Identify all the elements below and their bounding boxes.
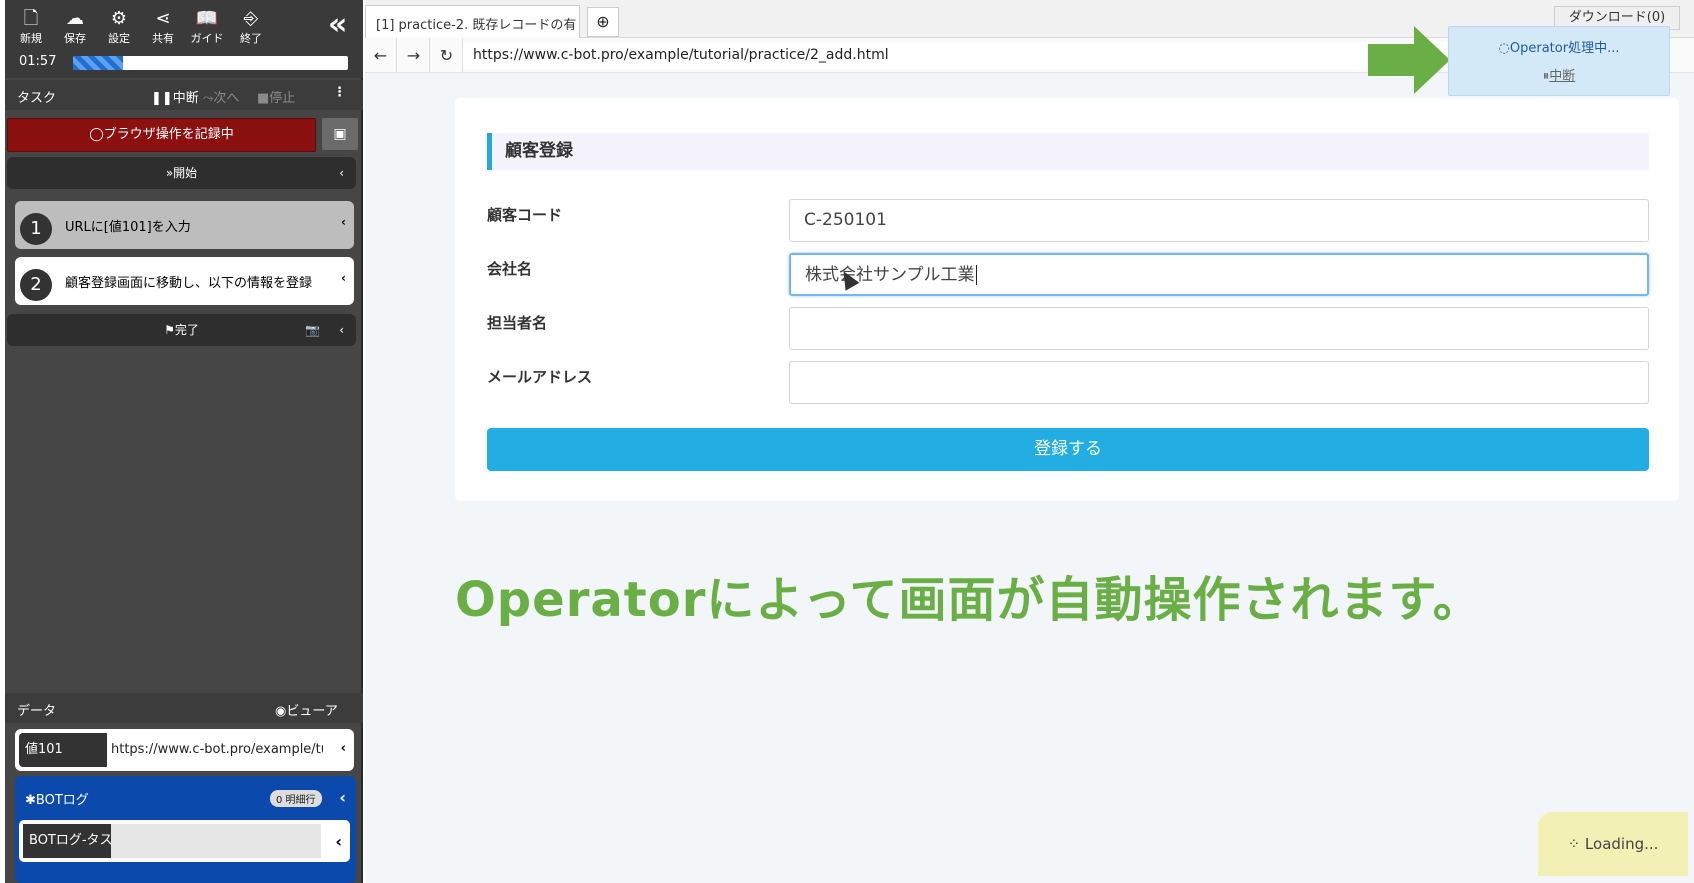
register-button[interactable]: 登録する: [487, 428, 1649, 471]
loading-indicator: ⁘ Loading...: [1538, 812, 1688, 876]
flow-start-bar[interactable]: »開始 ‹: [7, 157, 356, 189]
email-label: メールアドレス: [487, 368, 593, 386]
botlog-task-value: [111, 824, 321, 858]
pause-icon: ❚❚: [151, 91, 173, 106]
task-header: タスク ❚❚中断 ⤳次へ ■停止 ⋮: [5, 80, 363, 110]
stop-icon: ■: [257, 91, 270, 106]
company-name-input[interactable]: 株式会社サンプル工業: [789, 253, 1649, 296]
cbot-sidebar: 🗋 新規 ☁ 保存 ⚙ 設定 ⋖ 共有 📖 ガイド ⎆ 終了 « 01:57 タスク ❚❚中…: [5, 0, 363, 883]
record-circle-icon: ◯: [89, 127, 104, 142]
chevron-left-icon[interactable]: ‹: [339, 314, 344, 346]
share-button[interactable]: ⋖ 共有: [143, 8, 183, 48]
back-arrow-icon[interactable]: ←: [365, 38, 397, 73]
step-2[interactable]: 2 顧客登録画面に移動し、以下の情報を登録 ‹: [15, 257, 354, 305]
elapsed-time: 01:57: [19, 54, 57, 69]
operator-status: ◌Operator処理中...: [1498, 41, 1620, 56]
forward-arrow-icon[interactable]: →: [398, 38, 430, 73]
flag-icon: ⚑: [164, 323, 175, 337]
text-caret: [975, 265, 977, 285]
progress-fill: [73, 56, 123, 70]
step-number: 2: [20, 269, 52, 301]
data-header: データ ◉ビューア: [5, 693, 363, 723]
overlay-caption: Operatorによって画面が自動操作されます。: [455, 572, 1482, 628]
variable-value: https://www.c-bot.pro/example/tutorial/p…: [111, 742, 323, 757]
company-name-label: 会社名: [487, 260, 533, 278]
guide-button[interactable]: 📖 ガイド: [187, 8, 227, 48]
top-toolbar: 🗋 新規 ☁ 保存 ⚙ 設定 ⋖ 共有 📖 ガイド ⎆ 終了 « 01:57: [5, 0, 363, 78]
variable-row[interactable]: 値101 https://www.c-bot.pro/example/tutor…: [15, 729, 354, 771]
chevron-left-icon[interactable]: ‹: [341, 215, 346, 229]
address-bar[interactable]: https://www.c-bot.pro/example/tutorial/p…: [463, 42, 1463, 69]
cloud-upload-icon: ☁: [66, 8, 84, 29]
customer-code-label: 顧客コード: [487, 206, 563, 224]
botlog-task-name: BOTログ-タスク: [23, 824, 111, 858]
add-tab-icon[interactable]: ⊕: [587, 7, 619, 37]
stop-button[interactable]: ■停止: [257, 87, 295, 106]
contact-name-label: 担当者名: [487, 314, 548, 332]
save-button[interactable]: ☁ 保存: [55, 8, 95, 48]
operator-status-box: ◌Operator処理中... ⏸中断: [1448, 26, 1670, 96]
data-title: データ: [17, 704, 57, 719]
settings-button[interactable]: ⚙ 設定: [99, 8, 139, 48]
spinner-icon: ◌: [1498, 41, 1510, 56]
viewer-button[interactable]: ◉ビューア: [275, 700, 338, 719]
eye-icon: ◉: [275, 704, 287, 719]
more-menu-icon[interactable]: ⋮: [333, 85, 346, 100]
task-title: タスク: [17, 91, 57, 106]
form-title: 顧客登録: [487, 133, 1649, 170]
step-label: 顧客登録画面に移動し、以下の情報を登録: [65, 276, 313, 291]
operator-stop-link[interactable]: ⏸中断: [1449, 65, 1669, 84]
botlog-task-row[interactable]: BOTログ-タスク ‹: [19, 820, 350, 862]
screenshot-button[interactable]: ▣: [322, 118, 358, 150]
next-button[interactable]: ⤳次へ: [203, 87, 239, 106]
chevron-left-icon[interactable]: ‹: [335, 832, 342, 851]
customer-code-input[interactable]: C-250101: [789, 199, 1649, 242]
chevron-left-icon[interactable]: ‹: [341, 741, 346, 756]
browser-tab[interactable]: [1] practice-2. 既存レコードの有: [365, 5, 580, 38]
spinner-icon: ⁘: [1567, 835, 1585, 853]
collapse-sidebar-icon[interactable]: «: [328, 10, 358, 42]
chevron-left-icon[interactable]: ‹: [339, 788, 346, 807]
contact-name-input[interactable]: [789, 307, 1649, 350]
chevron-left-icon[interactable]: ‹: [339, 157, 344, 189]
pause-button[interactable]: ❚❚中断: [151, 87, 199, 106]
chevron-left-icon[interactable]: ‹: [341, 271, 346, 285]
flow-end-bar[interactable]: ⚑完了 📷 ‹: [7, 314, 356, 346]
book-icon: 📖: [195, 8, 219, 29]
share-icon: ⋖: [155, 8, 171, 29]
botlog-badge: 0 明細行: [270, 790, 322, 807]
next-step-icon: ⤳: [203, 91, 214, 106]
gear-icon: ⚙: [110, 8, 128, 29]
email-input[interactable]: [789, 361, 1649, 404]
botlog-title[interactable]: ✱BOTログ: [25, 789, 89, 808]
exit-button[interactable]: ⎆ 終了: [231, 8, 271, 48]
step-number: 1: [20, 213, 52, 245]
progress-bar: [73, 56, 348, 70]
reload-icon[interactable]: ↻: [431, 38, 463, 73]
botlog-panel: ✱BOTログ 0 明細行 ‹ BOTログ-タスク ‹: [15, 776, 356, 883]
step-1[interactable]: 1 URLに[値101]を入力 ‹: [15, 201, 354, 249]
camera-icon[interactable]: 📷: [305, 314, 320, 346]
file-icon: 🗋: [23, 8, 39, 29]
recording-button[interactable]: ◯ブラウザ操作を記録中: [7, 118, 316, 152]
variable-name: 値101: [19, 733, 107, 767]
step-label: URLに[値101]を入力: [65, 220, 191, 235]
image-icon: ▣: [333, 126, 347, 142]
green-arrow-icon: [1368, 26, 1450, 94]
bug-icon: ✱: [25, 793, 36, 808]
new-button[interactable]: 🗋 新規: [11, 8, 51, 48]
exit-door-icon: ⎆: [243, 8, 259, 29]
